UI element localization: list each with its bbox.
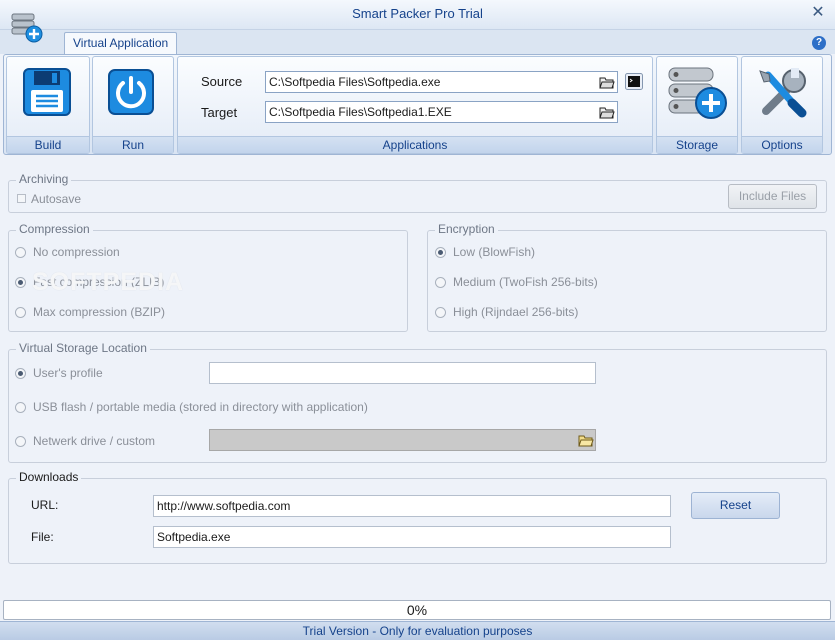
options-button[interactable]: Options (741, 56, 823, 154)
high-rijndael-label: High (Rijndael 256-bits) (453, 305, 579, 319)
low-blowfish-label: Low (BlowFish) (453, 245, 536, 259)
max-compression-radio[interactable] (15, 307, 26, 318)
status-bar: Trial Version - Only for evaluation purp… (0, 621, 835, 640)
applications-label: Applications (178, 136, 652, 153)
tools-icon (759, 68, 807, 118)
url-field[interactable]: http://www.softpedia.com (153, 495, 671, 517)
include-files-button[interactable]: Include Files (728, 184, 817, 209)
progress-bar: 0% (3, 600, 831, 620)
reset-button[interactable]: Reset (691, 492, 780, 519)
users-profile-radio[interactable] (15, 368, 26, 379)
file-label: File: (31, 530, 54, 544)
autosave-label: Autosave (31, 192, 82, 206)
run-button[interactable]: Run (92, 56, 174, 154)
app-menu-icon[interactable] (10, 12, 44, 44)
power-icon (108, 69, 154, 115)
build-button[interactable]: Build (6, 56, 90, 154)
window-title: Smart Packer Pro Trial (352, 6, 483, 21)
tab-virtual-application[interactable]: Virtual Application (64, 32, 178, 55)
watermark: SOFTPEDIA (32, 268, 185, 296)
medium-twofish-label: Medium (TwoFish 256-bits) (453, 275, 598, 289)
downloads-group (8, 478, 827, 564)
help-icon[interactable]: ? (812, 36, 826, 50)
high-rijndael-radio[interactable] (435, 307, 446, 318)
downloads-title: Downloads (16, 470, 82, 484)
open-folder-icon[interactable] (599, 105, 615, 119)
no-compression-label: No compression (33, 245, 120, 259)
encryption-title: Encryption (435, 222, 498, 236)
target-field[interactable]: C:\Softpedia Files\Softpedia1.EXE (265, 101, 618, 123)
open-folder-icon[interactable] (578, 433, 594, 447)
max-compression-label: Max compression (BZIP) (33, 305, 166, 319)
archiving-title: Archiving (16, 172, 72, 186)
users-profile-label: User's profile (33, 366, 103, 380)
run-label: Run (93, 136, 173, 153)
source-field[interactable]: C:\Softpedia Files\Softpedia.exe (265, 71, 618, 93)
source-label: Source (201, 74, 243, 89)
fast-compression-radio[interactable] (15, 277, 26, 288)
close-button[interactable]: ✕ (806, 3, 830, 23)
build-label: Build (7, 136, 89, 153)
no-compression-radio[interactable] (15, 247, 26, 258)
options-label: Options (742, 136, 822, 153)
console-icon[interactable] (625, 73, 643, 90)
storage-location-title: Virtual Storage Location (16, 341, 150, 355)
network-label: Netwerk drive / custom (33, 434, 156, 448)
url-label: URL: (31, 498, 59, 512)
network-radio[interactable] (15, 436, 26, 447)
usb-radio[interactable] (15, 402, 26, 413)
storage-button[interactable]: Storage (656, 56, 738, 154)
storage-label: Storage (657, 136, 737, 153)
storage-add-icon (668, 67, 727, 119)
target-label: Target (201, 105, 238, 120)
file-field[interactable]: Softpedia.exe (153, 526, 671, 548)
users-profile-field[interactable] (209, 362, 596, 384)
compression-title: Compression (16, 222, 93, 236)
autosave-checkbox[interactable] (17, 194, 26, 203)
low-blowfish-radio[interactable] (435, 247, 446, 258)
open-folder-icon[interactable] (599, 75, 615, 89)
usb-label: USB flash / portable media (stored in di… (33, 400, 368, 414)
medium-twofish-radio[interactable] (435, 277, 446, 288)
network-path-field[interactable] (209, 429, 596, 451)
archiving-group (8, 180, 827, 213)
floppy-disk-icon (23, 68, 71, 116)
